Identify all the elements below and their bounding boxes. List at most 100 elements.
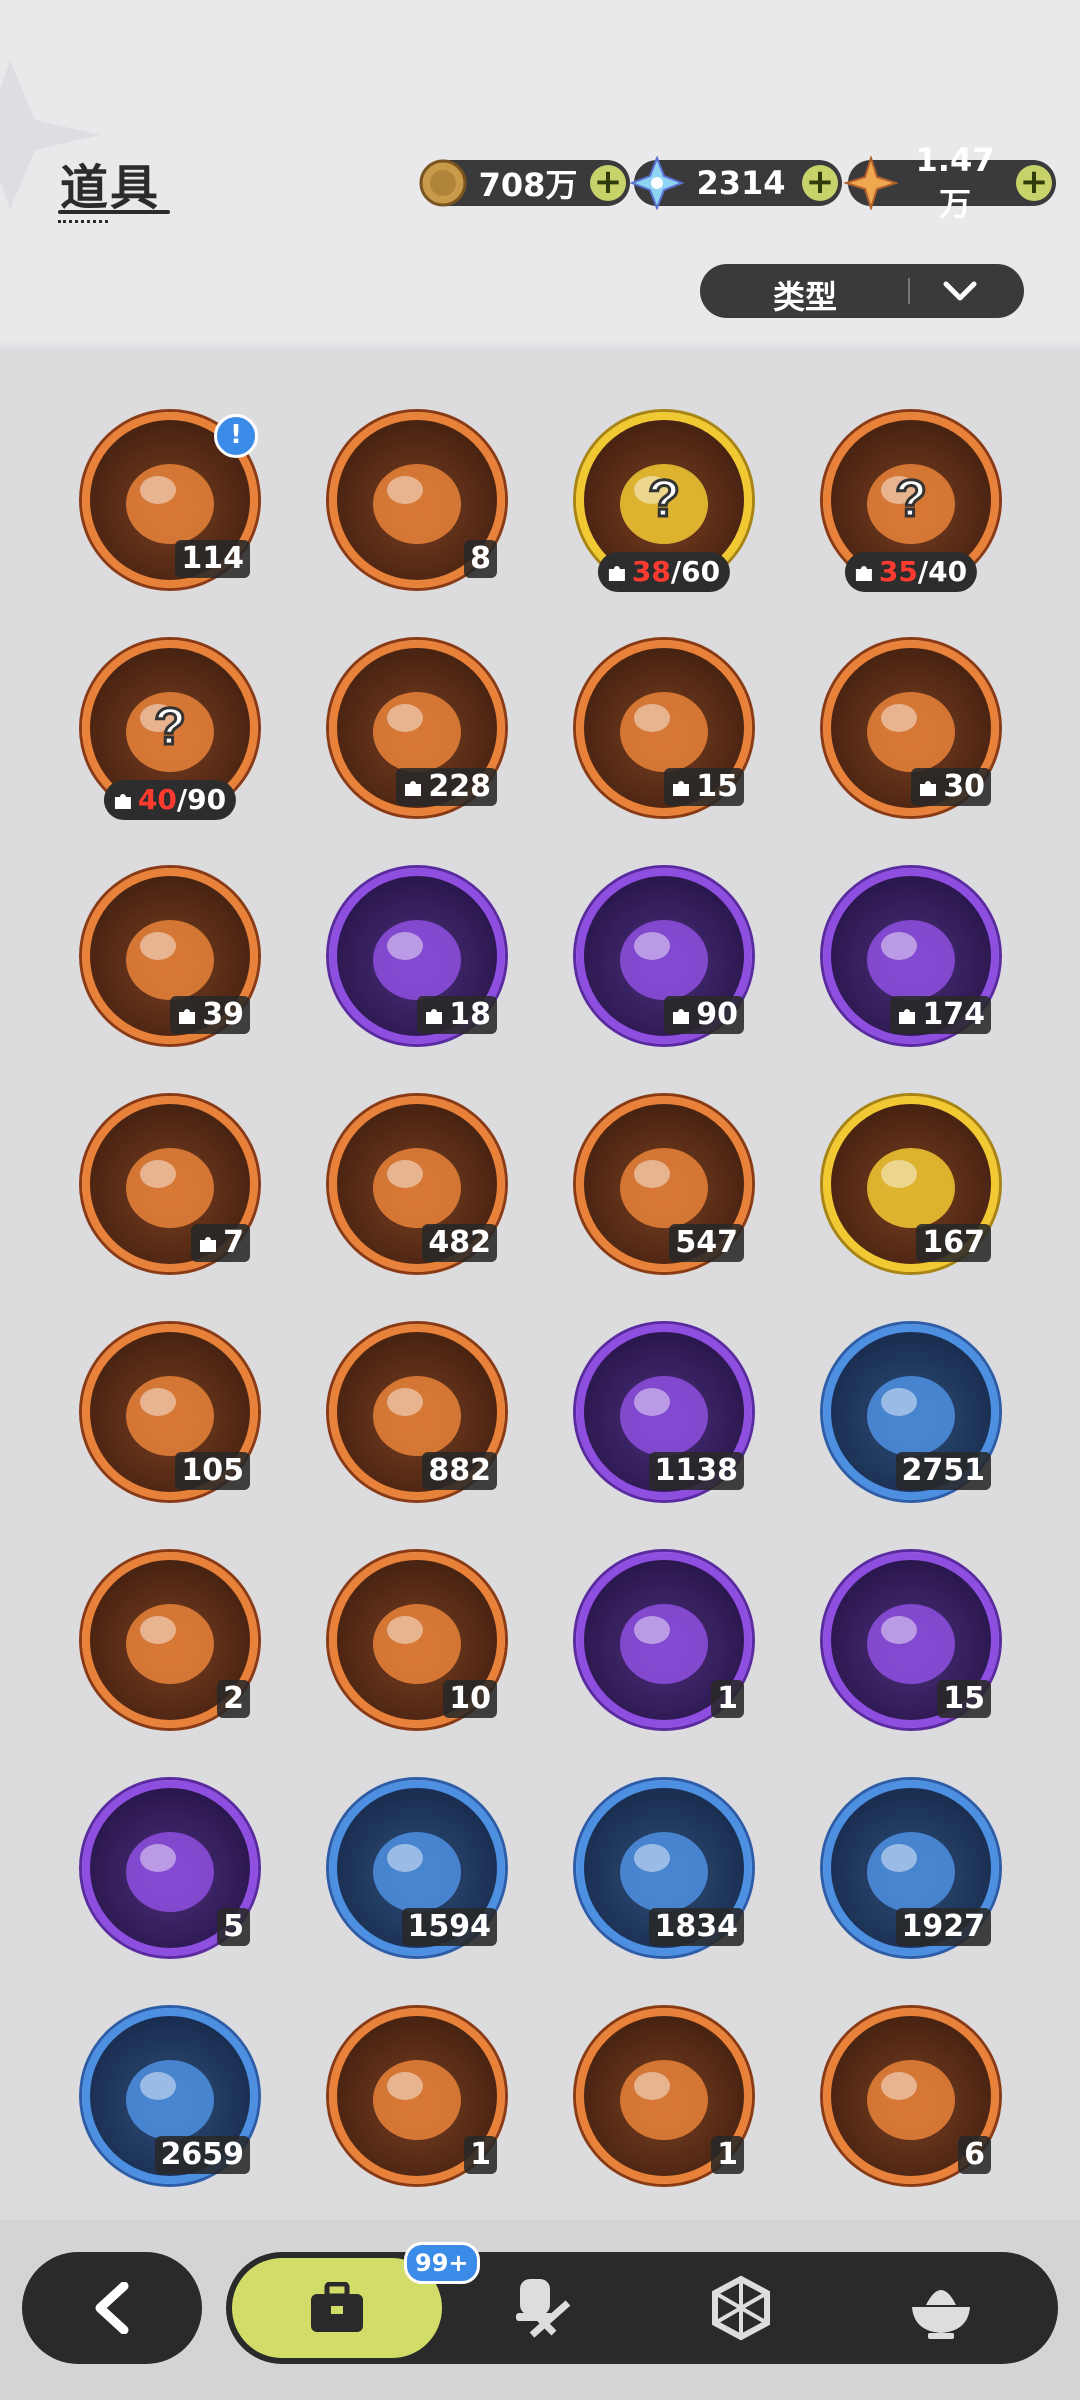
fragment-have: 38 [631, 555, 671, 588]
item-count-value: 5 [223, 1909, 244, 1944]
green-cloud-icon [373, 2060, 461, 2140]
inventory-item[interactable]: ? 35/40 [823, 412, 999, 592]
chevron-down-icon [943, 281, 977, 301]
dessert-icon [912, 2290, 970, 2339]
item-count-value: 1 [717, 1681, 738, 1716]
back-arrow-icon [95, 2282, 129, 2334]
inventory-item[interactable]: 5 [82, 1780, 258, 1956]
add-star-shard-button[interactable]: + [1016, 165, 1052, 201]
inventory-item[interactable]: 167 [823, 1096, 999, 1272]
tab-bag[interactable]: 99+ [232, 2242, 480, 2358]
item-count-value: 105 [181, 1453, 244, 1488]
item-count: 1 [464, 2136, 497, 2174]
svg-text:?: ? [648, 470, 680, 528]
crystal-value: 2314 [696, 164, 786, 202]
inventory-item[interactable]: 1 [576, 1552, 752, 1728]
fragment-need: /60 [670, 555, 721, 588]
item-count-value: 15 [943, 1681, 985, 1716]
item-count: 482 [422, 1224, 497, 1262]
star-shard-value: 1.47万 [915, 141, 995, 223]
star-shard-icon [844, 156, 898, 210]
puzzle-icon [608, 566, 625, 581]
back-button[interactable] [22, 2252, 202, 2364]
chef-hat-icon [516, 2279, 571, 2338]
item-count: 15 [664, 768, 744, 806]
inventory-item[interactable]: 105 [82, 1324, 258, 1500]
item-count: 1834 [648, 1908, 744, 1946]
fragment-progress: 40/90 [103, 780, 237, 820]
filter-separator [908, 278, 910, 304]
item-count-value: 1594 [407, 1909, 492, 1944]
inventory-item[interactable]: 1 [576, 2008, 752, 2184]
item-count: 1927 [895, 1908, 991, 1946]
item-count-value: 8 [470, 541, 491, 576]
potion-icon [620, 2060, 708, 2140]
puzzle-icon [200, 1237, 217, 1252]
add-gold-button[interactable]: + [590, 165, 626, 201]
item-count-value: 228 [428, 769, 491, 804]
item-count-value: 10 [449, 1681, 491, 1716]
inventory-item[interactable]: 1138 [576, 1324, 752, 1500]
puzzle-icon [405, 781, 422, 796]
inventory-item[interactable]: 1927 [823, 1780, 999, 1956]
add-crystal-button[interactable]: + [802, 165, 838, 201]
inventory-item[interactable]: 10 [329, 1552, 505, 1728]
item-count: 39 [170, 996, 250, 1034]
inventory-item[interactable]: 90 [576, 868, 752, 1044]
title-underline [58, 210, 170, 214]
inventory-item[interactable]: 228 [329, 640, 505, 816]
inventory-item[interactable]: ? 40/90 [82, 640, 258, 820]
item-count-value: 39 [202, 997, 244, 1032]
inventory-item[interactable]: 547 [576, 1096, 752, 1272]
tab-dessert[interactable] [866, 2252, 1016, 2364]
inventory-item[interactable]: 15 [576, 640, 752, 816]
inventory-item[interactable]: 18 [329, 868, 505, 1044]
inventory-item[interactable]: 1594 [329, 1780, 505, 1956]
fragment-progress: 35/40 [844, 552, 978, 592]
inventory-item[interactable]: 174 [823, 868, 999, 1044]
item-count: 18 [417, 996, 497, 1034]
item-count: 2751 [895, 1452, 991, 1490]
inventory-item[interactable]: ? 38/60 [576, 412, 752, 592]
gift-box-icon [620, 1604, 708, 1684]
item-count-value: 30 [943, 769, 985, 804]
type-filter-dropdown[interactable]: 类型 [700, 264, 1024, 318]
inventory-item[interactable]: 6 [823, 2008, 999, 2184]
inventory-item[interactable]: 2751 [823, 1324, 999, 1500]
item-count: 174 [890, 996, 991, 1034]
inventory-item[interactable]: 39 [82, 868, 258, 1044]
inventory-item[interactable]: 7 [82, 1096, 258, 1272]
page-title: 道具 [60, 160, 161, 216]
tab-equipment[interactable] [466, 2252, 616, 2364]
alert-badge: ! [214, 414, 258, 458]
purple-crystal-icon [373, 464, 461, 544]
item-count-value: 174 [922, 997, 985, 1032]
item-count: 105 [175, 1452, 250, 1490]
item-count-value: 7 [223, 1225, 244, 1260]
inventory-item[interactable]: 1 [329, 2008, 505, 2184]
inventory-item[interactable]: 482 [329, 1096, 505, 1272]
item-count-value: 2751 [901, 1453, 986, 1488]
crystal-icon [630, 156, 684, 210]
item-count: 167 [916, 1224, 991, 1262]
item-count: 1138 [648, 1452, 744, 1490]
tab-gems[interactable] [666, 2252, 816, 2364]
inventory-item[interactable]: 15 [823, 1552, 999, 1728]
item-count-value: 90 [696, 997, 738, 1032]
puzzle-icon [855, 566, 872, 581]
puzzle-icon [426, 1009, 443, 1024]
inventory-item[interactable]: 2659 [82, 2008, 258, 2184]
item-count: 90 [664, 996, 744, 1034]
item-count: 1 [711, 1680, 744, 1718]
svg-text:?: ? [895, 470, 927, 528]
inventory-item[interactable]: 2 [82, 1552, 258, 1728]
inventory-item[interactable]: 1834 [576, 1780, 752, 1956]
inventory-item[interactable]: 30 [823, 640, 999, 816]
inventory-item[interactable]: 8 [329, 412, 505, 588]
item-count: 8 [464, 540, 497, 578]
inventory-item[interactable]: 882 [329, 1324, 505, 1500]
inventory-item[interactable]: ! 114 [82, 412, 258, 588]
fragment-need: /90 [176, 783, 227, 816]
item-count: 114 [175, 540, 250, 578]
title-dots [58, 220, 108, 223]
